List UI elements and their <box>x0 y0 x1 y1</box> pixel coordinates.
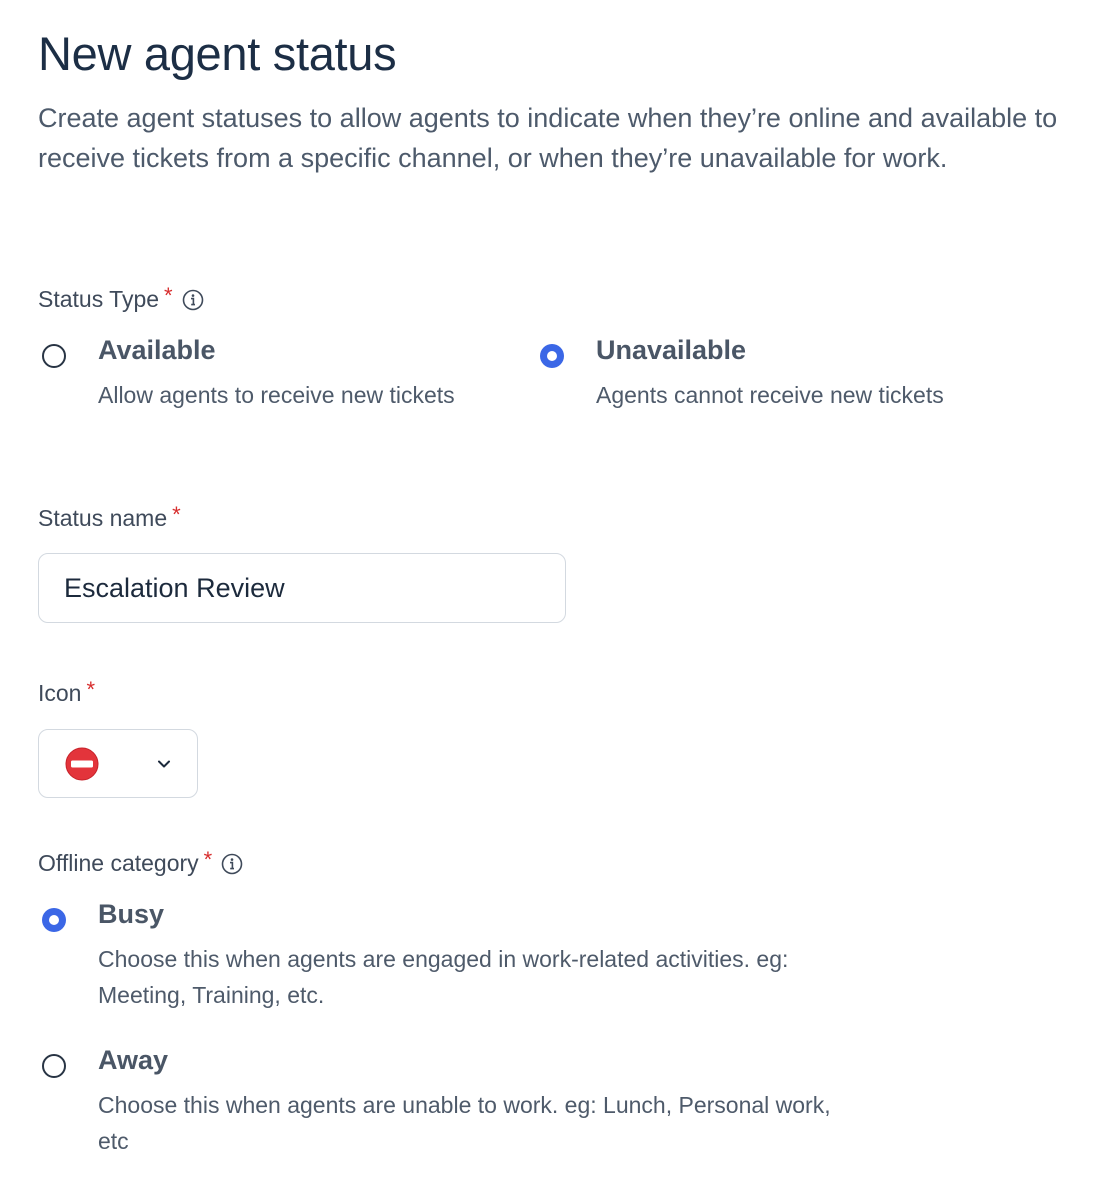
unavailable-title: Unavailable <box>596 335 747 365</box>
icon-label-row: Icon * <box>38 676 96 707</box>
status-name-input[interactable] <box>38 553 566 623</box>
away-radio[interactable] <box>42 1054 66 1078</box>
required-marker: * <box>86 676 96 702</box>
status-type-label: Status Type <box>38 286 160 312</box>
busy-title: Busy <box>98 899 165 929</box>
required-marker: * <box>164 282 173 308</box>
away-description: Choose this when agents are unable to wo… <box>98 1092 831 1154</box>
no-entry-icon <box>65 747 99 781</box>
status-type-label-row: Status Type * <box>38 282 204 313</box>
offline-category-option-busy[interactable]: Busy Choose this when agents are engaged… <box>42 899 862 1008</box>
status-type-option-unavailable[interactable]: Unavailable Agents cannot receive new ti… <box>540 335 1060 414</box>
page-title: New agent status <box>38 27 397 80</box>
unavailable-description: Agents cannot receive new tickets <box>596 382 944 408</box>
available-description: Allow agents to receive new tickets <box>98 382 455 408</box>
chevron-down-icon <box>157 757 171 771</box>
available-radio[interactable] <box>42 344 66 368</box>
away-title: Away <box>98 1045 169 1075</box>
info-icon[interactable] <box>182 289 204 311</box>
required-marker: * <box>172 501 181 527</box>
status-name-label-row: Status name * <box>38 501 181 532</box>
icon-select-dropdown[interactable] <box>38 729 198 798</box>
status-name-label: Status name <box>38 505 168 531</box>
offline-category-label-row: Offline category * <box>38 846 243 877</box>
unavailable-radio[interactable] <box>540 344 564 368</box>
offline-category-label: Offline category <box>38 850 199 876</box>
busy-description: Choose this when agents are engaged in w… <box>98 946 789 1008</box>
required-marker: * <box>203 846 213 872</box>
available-title: Available <box>98 335 216 365</box>
page-description: Create agent statuses to allow agents to… <box>38 103 1058 173</box>
status-type-option-available[interactable]: Available Allow agents to receive new ti… <box>42 335 482 444</box>
busy-radio[interactable] <box>42 908 66 932</box>
icon-label: Icon <box>38 680 82 706</box>
offline-category-option-away[interactable]: Away Choose this when agents are unable … <box>42 1045 862 1154</box>
info-icon[interactable] <box>221 853 243 875</box>
